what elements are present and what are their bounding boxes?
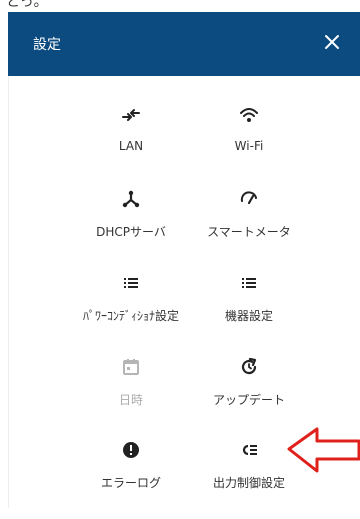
menu-item-device[interactable]: 機器設定 bbox=[174, 272, 324, 352]
menu-item-label: 機器設定 bbox=[224, 309, 273, 323]
menu-item-smartmeter[interactable]: スマートメータ bbox=[174, 188, 324, 268]
menu-item-label: アップデート bbox=[212, 393, 285, 407]
calendar-icon bbox=[120, 356, 142, 378]
menu-item-wifi[interactable]: Wi-Fi bbox=[174, 104, 324, 184]
close-icon bbox=[325, 35, 339, 49]
lan-arrows-icon bbox=[120, 104, 142, 126]
menu-item-label: 出力制御設定 bbox=[212, 476, 285, 490]
wifi-icon bbox=[238, 104, 260, 126]
network-hub-icon bbox=[120, 188, 142, 210]
update-icon bbox=[238, 356, 260, 378]
output-control-icon bbox=[238, 439, 260, 461]
close-button[interactable] bbox=[318, 28, 346, 56]
page-title: 設定 bbox=[33, 37, 61, 53]
settings-header: 設定 bbox=[8, 12, 360, 76]
menu-item-label: Wi-Fi bbox=[234, 139, 264, 153]
menu-item-update[interactable]: アップデート bbox=[174, 356, 324, 436]
list-icon bbox=[238, 272, 260, 294]
annotation-arrow-icon bbox=[287, 427, 360, 473]
top-fragment-text: とっ。 bbox=[6, 0, 48, 10]
error-icon bbox=[120, 439, 142, 461]
list-icon bbox=[120, 272, 142, 294]
top-fragment: とっ。 bbox=[0, 0, 360, 12]
gauge-icon bbox=[238, 188, 260, 210]
menu-item-label: スマートメータ bbox=[207, 225, 291, 239]
